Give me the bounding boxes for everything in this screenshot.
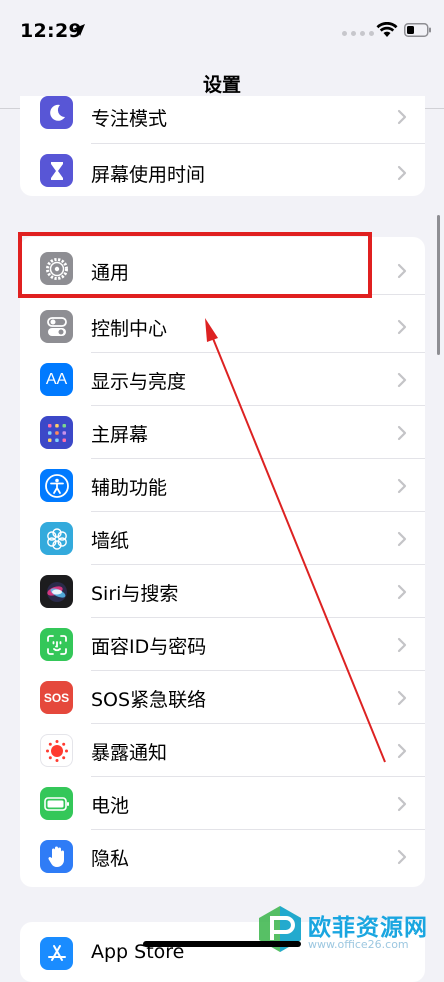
face-id-icon — [40, 628, 73, 661]
wifi-icon — [376, 22, 398, 37]
row-label: 隐私 — [91, 848, 130, 870]
page-title: 设置 — [202, 74, 241, 96]
moon-icon — [40, 96, 73, 129]
settings-group-focus: 专注模式 屏幕使用时间 — [20, 96, 425, 196]
row-label: 主屏幕 — [91, 424, 149, 446]
chevron-right-icon — [397, 531, 407, 547]
row-emergency-sos[interactable]: SOS SOS紧急联络 — [20, 671, 425, 724]
row-label: 控制中心 — [91, 318, 168, 340]
sos-glyph: SOS — [43, 690, 70, 705]
chevron-right-icon — [397, 743, 407, 759]
chevron-right-icon — [397, 372, 407, 388]
row-focus-mode[interactable]: 专注模式 — [20, 96, 425, 144]
row-siri-search[interactable]: Siri与搜索 — [20, 565, 425, 618]
row-wallpaper[interactable]: 墙纸 — [20, 512, 425, 565]
row-label: 专注模式 — [91, 108, 168, 130]
settings-group-general: 通用 控制中心 AA 显示与亮度 主屏幕 辅助功能 墙纸 Siri与搜索 面容I… — [20, 237, 425, 887]
chevron-right-icon — [397, 478, 407, 494]
chevron-right-icon — [397, 796, 407, 812]
row-label: 墙纸 — [91, 530, 130, 552]
flower-icon — [40, 522, 73, 555]
row-label: 屏幕使用时间 — [91, 164, 206, 186]
chevron-right-icon — [397, 690, 407, 706]
watermark-logo: 欧菲资源网 www.office26.com — [250, 902, 444, 956]
row-accessibility[interactable]: 辅助功能 — [20, 459, 425, 512]
exposure-icon — [40, 734, 73, 767]
hourglass-icon — [40, 154, 73, 187]
status-bar: 12:29 — [0, 0, 444, 60]
chevron-right-icon — [397, 584, 407, 600]
row-privacy[interactable]: 隐私 — [20, 830, 425, 883]
battery-icon — [40, 787, 73, 820]
highlight-box — [18, 232, 372, 298]
row-exposure-notifications[interactable]: 暴露通知 — [20, 724, 425, 777]
home-indicator[interactable] — [143, 941, 301, 947]
siri-icon — [40, 575, 73, 608]
text-size-glyph: AA — [45, 370, 68, 388]
watermark-text: 欧菲资源网 — [308, 915, 428, 941]
chevron-right-icon — [397, 109, 407, 125]
row-label: 电池 — [91, 795, 130, 817]
battery-status-icon — [404, 23, 431, 37]
watermark-url: www.office26.com — [308, 938, 409, 951]
row-label: 辅助功能 — [91, 477, 168, 499]
home-grid-icon — [40, 416, 73, 449]
accessibility-icon — [40, 469, 73, 502]
app-store-icon — [40, 937, 73, 970]
row-label: 显示与亮度 — [91, 371, 187, 393]
text-size-icon: AA — [40, 363, 73, 396]
row-home-screen[interactable]: 主屏幕 — [20, 406, 425, 459]
row-label: SOS紧急联络 — [91, 689, 207, 711]
chevron-right-icon — [397, 849, 407, 865]
scrollbar[interactable] — [437, 215, 440, 355]
row-label: 面容ID与密码 — [91, 636, 207, 658]
row-display-brightness[interactable]: AA 显示与亮度 — [20, 353, 425, 406]
chevron-right-icon — [397, 637, 407, 653]
chevron-right-icon — [397, 319, 407, 335]
chevron-right-icon — [397, 165, 407, 181]
row-battery[interactable]: 电池 — [20, 777, 425, 830]
row-screen-time[interactable]: 屏幕使用时间 — [20, 144, 425, 196]
row-control-center[interactable]: 控制中心 — [20, 300, 425, 353]
hand-icon — [40, 840, 73, 873]
row-label: Siri与搜索 — [91, 583, 179, 605]
row-label: 暴露通知 — [91, 742, 168, 764]
row-face-id-passcode[interactable]: 面容ID与密码 — [20, 618, 425, 671]
toggles-icon — [40, 310, 73, 343]
signal-dots-icon — [342, 31, 374, 36]
chevron-right-icon — [397, 425, 407, 441]
chevron-right-icon — [397, 263, 407, 279]
sos-icon: SOS — [40, 681, 73, 714]
watermark-logo-icon — [259, 906, 301, 952]
location-arrow-icon — [73, 24, 85, 36]
